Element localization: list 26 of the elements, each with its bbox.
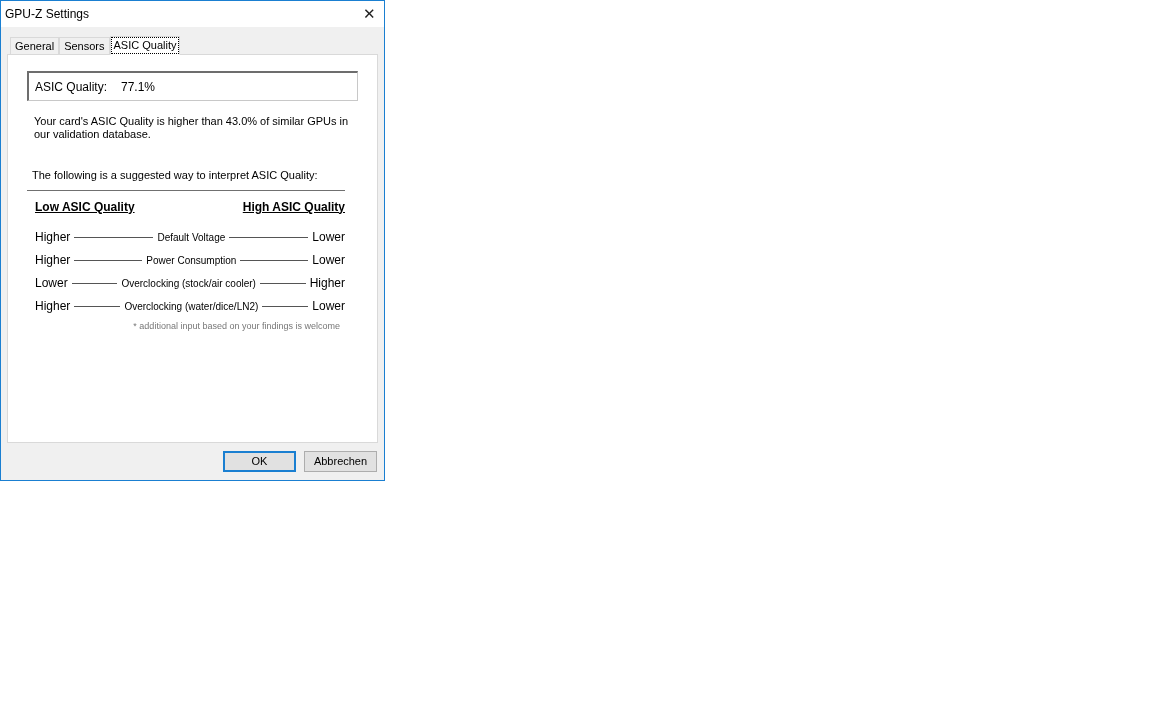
footnote-text: * additional input based on your findings is welcome — [133, 319, 340, 333]
column-heading: High ASIC Quality — [242, 198, 345, 216]
property-label: Overclocking (stock/air cooler) — [121, 276, 256, 291]
rating-text: Lower — [312, 252, 345, 269]
intro-text: The following is a suggested way to interpret ASIC Quality: — [31, 168, 319, 183]
rating-text: Lower — [312, 298, 345, 315]
rating-text: Lower — [35, 275, 68, 292]
property-label: Default Voltage — [157, 230, 226, 245]
rating-text: Higher — [35, 229, 71, 246]
field-label: ASIC Quality: — [35, 78, 109, 96]
rating-text: Higher — [35, 252, 71, 269]
rating-text: Higher — [309, 275, 345, 292]
rating-text: Higher — [35, 298, 71, 315]
description-text: Your card's ASIC Quality is higher than 43.0% of similar GPUs in our validation database. — [33, 115, 350, 141]
property-label: Power Consumption — [146, 253, 237, 268]
rating-text: Lower — [312, 229, 345, 246]
dialog-button[interactable]: OK — [223, 451, 296, 472]
dialog-button[interactable]: Abbrechen — [304, 451, 377, 472]
field-value: 77.1% — [121, 78, 156, 96]
tab[interactable]: Sensors — [59, 37, 110, 54]
close-button[interactable]: ✕ — [354, 2, 384, 26]
tab[interactable]: ASIC Quality — [109, 36, 181, 55]
tab[interactable]: General — [10, 37, 60, 54]
column-heading: Low ASIC Quality — [35, 198, 135, 216]
window-title: GPU-Z Settings — [5, 6, 90, 23]
property-label: Overclocking (water/dice/LN2) — [124, 299, 259, 314]
